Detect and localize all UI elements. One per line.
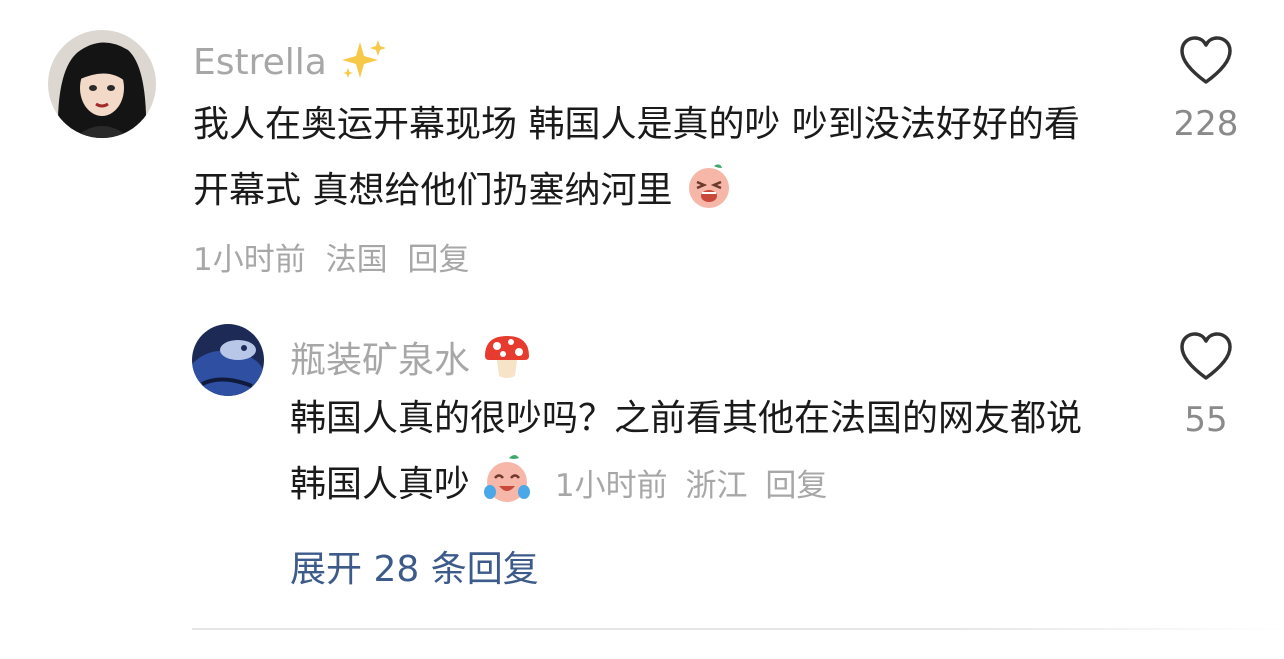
heart-icon[interactable] [1156,36,1256,86]
comment-time: 1小时前 [193,242,306,278]
divider [192,628,1284,630]
reply-reply-button[interactable]: 回复 [765,468,827,504]
reply-location: 浙江 [685,468,748,504]
heart-icon[interactable] [1156,332,1256,382]
reply-time: 1小时前 [554,468,668,504]
reply-like-button[interactable]: 55 [1156,332,1256,442]
comment-text: 我人在奥运开幕现场 韩国人是真的吵 吵到没法好好的看开幕式 真想给他们扔塞纳河里 [193,92,1113,232]
reply-like-count: 55 [1184,400,1228,440]
avatar[interactable] [48,30,156,138]
username-text: Estrella [193,42,327,83]
reply-avatar[interactable] [192,324,264,396]
mushroom-icon [481,332,533,391]
comment-meta: 1小时前 法国 回复 [193,240,479,280]
comment-location: 法国 [325,242,388,278]
laughing-crying-peach-icon [481,452,533,526]
comment-text-content: 我人在奥运开幕现场 韩国人是真的吵 吵到没法好好的看开幕式 真想给他们扔塞纳河里 [193,104,1080,211]
crying-peach-icon [684,160,734,232]
reply-username[interactable]: 瓶装矿泉水 [290,332,533,391]
reply-meta: 1小时前 浙江 回复 [555,468,835,504]
sparkles-icon [338,38,388,93]
reply-text: 韩国人真的很吵吗？之前看其他在法国的网友都说韩国人真吵 1小时前 浙江 回复 [290,386,1110,526]
reply-username-text: 瓶装矿泉水 [290,340,471,381]
comment-username[interactable]: Estrella [193,38,388,93]
like-button[interactable]: 228 [1156,36,1256,146]
like-count: 228 [1173,104,1239,144]
reply-button[interactable]: 回复 [407,242,469,278]
expand-replies-button[interactable]: 展开 28 条回复 [290,548,539,592]
